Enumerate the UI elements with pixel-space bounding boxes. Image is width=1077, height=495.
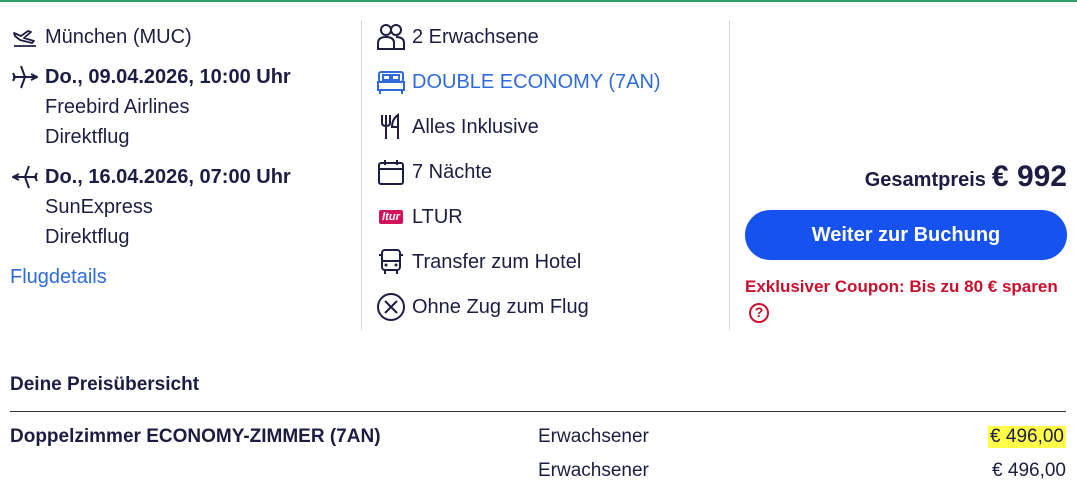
travelers-row: 2 Erwachsene	[376, 22, 706, 52]
train-row: Ohne Zug zum Flug	[376, 292, 706, 322]
board-type: Alles Inklusive	[412, 115, 539, 138]
traveler-type: Erwachsener	[538, 426, 649, 447]
price-overview-divider	[10, 411, 1066, 412]
return-flight-row: Do., 16.04.2026, 07:00 Uhr	[10, 162, 350, 192]
outbound-airline: Freebird Airlines	[45, 96, 190, 118]
outbound-flight-type: Direktflug	[45, 126, 130, 148]
coupon-notice: Exklusiver Coupon: Bis zu 80 € sparen ?	[745, 274, 1067, 324]
price-value: € 496,00	[988, 426, 1066, 448]
continue-booking-button[interactable]: Weiter zur Buchung	[745, 210, 1067, 260]
table-row: Erwachsener € 496,00	[10, 460, 1066, 488]
train-info: Ohne Zug zum Flug	[412, 295, 589, 318]
nights-row: 7 Nächte	[376, 157, 706, 187]
plane-return-icon	[10, 162, 40, 192]
bus-icon	[376, 247, 406, 277]
travelers-icon	[376, 22, 406, 52]
total-price-value: € 992	[991, 160, 1067, 193]
departure-airport: München (MUC)	[45, 25, 192, 48]
board-row: Alles Inklusive	[376, 112, 706, 142]
trip-details-column: 2 Erwachsene DOUBLE ECONOMY (7AN) Alles …	[376, 22, 706, 337]
transfer-row: Transfer zum Hotel	[376, 247, 706, 277]
room-row: DOUBLE ECONOMY (7AN)	[376, 67, 706, 97]
total-price-label: Gesamtpreis	[864, 169, 986, 191]
cutlery-icon	[376, 112, 406, 142]
operator-row: ltur LTUR	[376, 202, 706, 232]
operator-name: LTUR	[412, 205, 463, 228]
circle-x-icon	[376, 292, 406, 322]
column-divider-1	[361, 20, 362, 330]
bed-icon	[376, 67, 406, 97]
booking-column: Gesamtpreis € 992 Weiter zur Buchung Exkl…	[745, 160, 1067, 324]
return-flight-type: Direktflug	[45, 226, 130, 248]
transfer-info: Transfer zum Hotel	[412, 250, 582, 273]
flight-departure-icon	[10, 22, 40, 52]
total-price: Gesamtpreis € 992	[745, 160, 1067, 194]
top-accent-line	[0, 0, 1077, 2]
table-row: Doppelzimmer ECONOMY-ZIMMER (7AN) Erwach…	[10, 426, 1066, 454]
flight-details-link[interactable]: Flugdetails	[10, 266, 107, 288]
return-airline: SunExpress	[45, 196, 153, 218]
travelers-count: 2 Erwachsene	[412, 25, 539, 48]
price-value: € 496,00	[992, 460, 1066, 481]
calendar-icon	[376, 157, 406, 187]
ltur-logo-icon: ltur	[376, 202, 406, 232]
column-divider-2	[729, 20, 730, 330]
traveler-type: Erwachsener	[538, 460, 649, 481]
room-name: Doppelzimmer ECONOMY-ZIMMER (7AN)	[10, 426, 381, 447]
room-type-link[interactable]: DOUBLE ECONOMY (7AN)	[412, 71, 661, 94]
outbound-flight-row: Do., 09.04.2026, 10:00 Uhr	[10, 62, 350, 92]
outbound-datetime: Do., 09.04.2026, 10:00 Uhr	[45, 65, 291, 88]
departure-airport-row: München (MUC)	[10, 22, 350, 52]
flight-column: München (MUC) Do., 09.04.2026, 10:00 Uhr…	[10, 22, 350, 292]
price-overview-title: Deine Preisübersicht	[10, 374, 200, 395]
question-icon[interactable]: ?	[749, 302, 769, 323]
coupon-text: Exklusiver Coupon: Bis zu 80 € sparen	[745, 277, 1058, 296]
nights-count: 7 Nächte	[412, 160, 493, 183]
plane-outbound-icon	[10, 62, 40, 92]
return-datetime: Do., 16.04.2026, 07:00 Uhr	[45, 165, 291, 188]
